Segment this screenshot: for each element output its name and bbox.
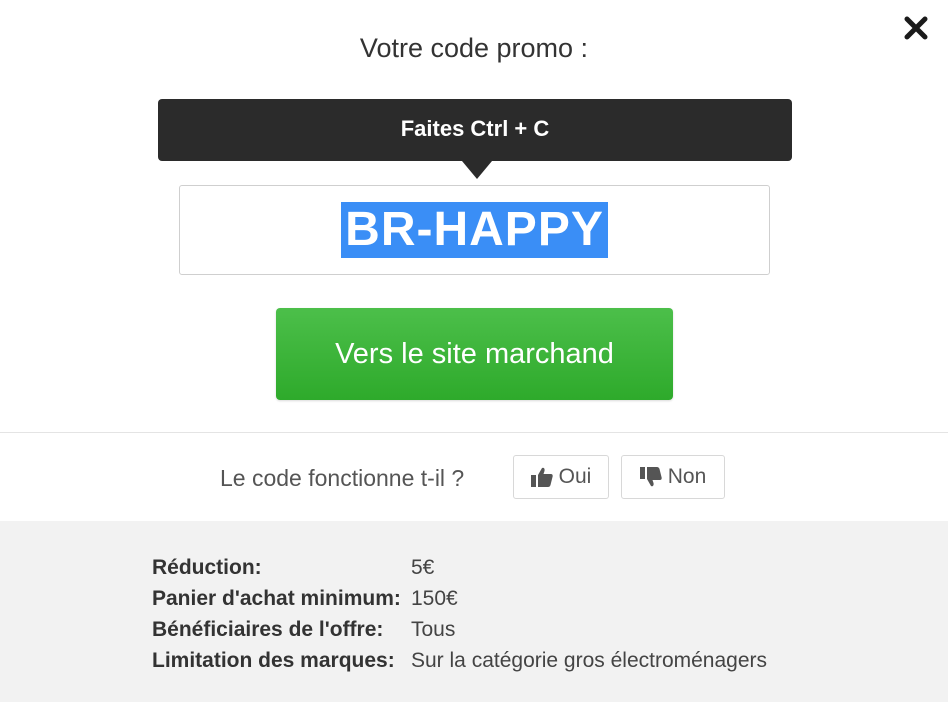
detail-row-reduction: Réduction: 5€	[152, 556, 912, 586]
promo-code-modal: Votre code promo : Faites Ctrl + C BR-HA…	[0, 0, 948, 702]
copy-tooltip: Faites Ctrl + C	[158, 99, 792, 161]
modal-title: Votre code promo :	[359, 33, 589, 63]
promo-code-field[interactable]: BR-HAPPY	[179, 185, 770, 275]
offer-details: Réduction: 5€ Panier d'achat minimum: 15…	[0, 521, 948, 702]
merchant-site-button[interactable]: Vers le site marchand	[276, 308, 673, 400]
feedback-section: Le code fonctionne t-il ? Oui Non	[0, 455, 948, 501]
detail-label: Limitation des marques:	[152, 649, 395, 672]
detail-row-brand-limitation: Limitation des marques: Sur la catégorie…	[152, 649, 912, 679]
detail-value: Sur la catégorie gros électroménagers	[411, 649, 768, 672]
divider	[0, 432, 948, 433]
detail-value: 5€	[411, 556, 435, 579]
vote-yes-button[interactable]: Oui	[513, 455, 609, 499]
thumbs-up-icon	[530, 467, 553, 487]
tooltip-arrow	[462, 161, 492, 179]
detail-value: Tous	[411, 618, 456, 641]
detail-row-beneficiaries: Bénéficiaires de l'offre: Tous	[152, 618, 912, 648]
detail-label: Réduction:	[152, 556, 262, 579]
promo-code-text[interactable]: BR-HAPPY	[341, 202, 608, 258]
detail-label: Bénéficiaires de l'offre:	[152, 618, 384, 641]
vote-yes-label: Oui	[558, 465, 592, 488]
detail-value: 150€	[411, 587, 458, 610]
vote-no-button[interactable]: Non	[621, 455, 725, 499]
vote-no-label: Non	[667, 465, 707, 488]
detail-row-minimum-cart: Panier d'achat minimum: 150€	[152, 587, 912, 617]
feedback-question: Le code fonctionne t-il ?	[220, 465, 465, 491]
detail-label: Panier d'achat minimum:	[152, 587, 401, 610]
thumbs-down-icon	[639, 467, 662, 487]
